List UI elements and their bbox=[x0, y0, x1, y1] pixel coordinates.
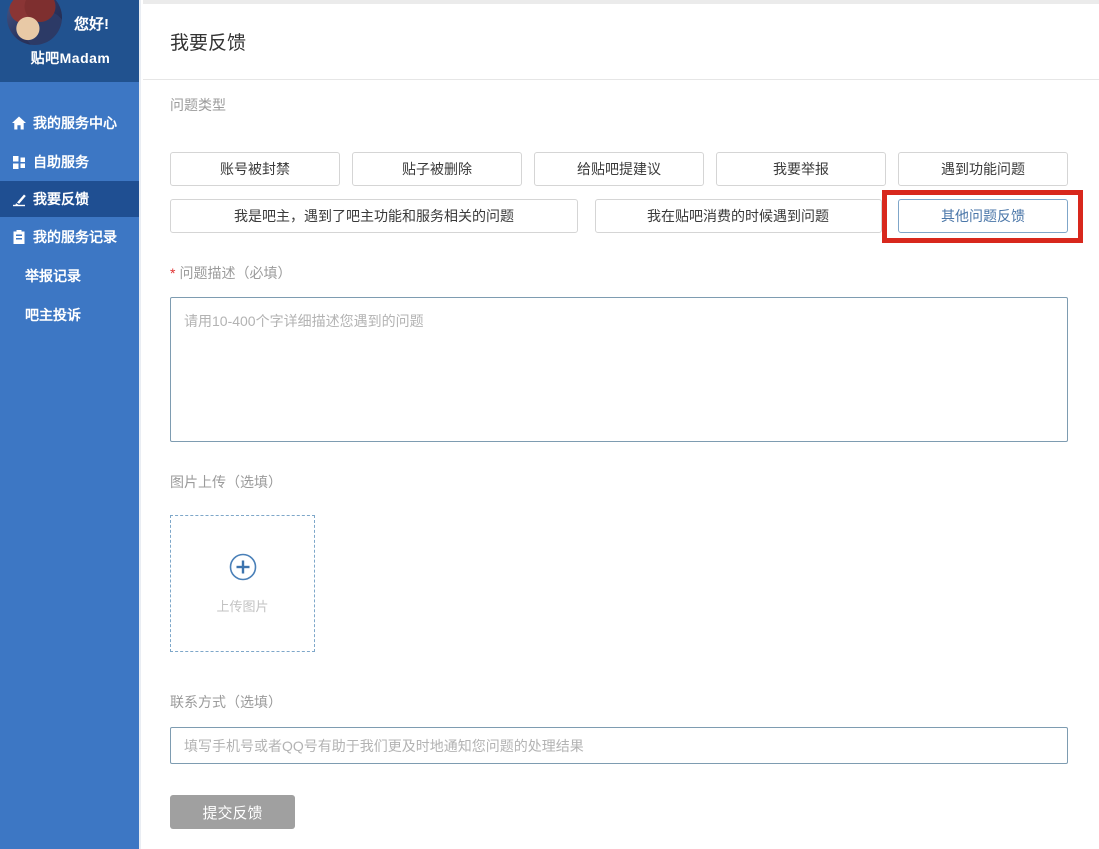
sidebar: 您好! 贴吧Madam 我的服务中心 自助服务 bbox=[0, 0, 141, 849]
problem-type-option-moderator-issue[interactable]: 我是吧主，遇到了吧主功能和服务相关的问题 bbox=[170, 199, 578, 233]
problem-type-option-account-banned[interactable]: 账号被封禁 bbox=[170, 152, 340, 186]
problem-type-option-suggestion[interactable]: 给贴吧提建议 bbox=[534, 152, 704, 186]
problem-type-row-1: 账号被封禁 贴子被删除 给贴吧提建议 我要举报 遇到功能问题 bbox=[170, 152, 1068, 186]
problem-type-option-other-selected[interactable]: 其他问题反馈 bbox=[898, 199, 1068, 233]
page-title: 我要反馈 bbox=[143, 4, 1099, 55]
main-content: 我要反馈 问题类型 账号被封禁 贴子被删除 给贴吧提建议 我要举报 遇到功能问题… bbox=[143, 0, 1099, 849]
problem-type-option-post-deleted[interactable]: 贴子被删除 bbox=[352, 152, 522, 186]
sidebar-nav: 我的服务中心 自助服务 bbox=[0, 82, 139, 334]
sidebar-item-label: 我的服务中心 bbox=[33, 113, 117, 133]
required-asterisk: * bbox=[170, 265, 175, 281]
submit-feedback-button[interactable]: 提交反馈 bbox=[170, 795, 295, 829]
description-label: 问题描述（必填） bbox=[179, 265, 291, 281]
contact-input[interactable] bbox=[170, 727, 1068, 764]
feedback-page: 您好! 贴吧Madam 我的服务中心 自助服务 bbox=[0, 0, 1099, 849]
sidebar-item-service-center[interactable]: 我的服务中心 bbox=[0, 103, 139, 142]
username-text: 贴吧Madam bbox=[0, 48, 141, 68]
sidebar-item-label: 自助服务 bbox=[33, 152, 89, 172]
upload-button-text: 上传图片 bbox=[216, 596, 268, 615]
feedback-form: 问题类型 账号被封禁 贴子被删除 给贴吧提建议 我要举报 遇到功能问题 我是吧主… bbox=[143, 95, 1099, 829]
sidebar-item-service-records[interactable]: 我的服务记录 bbox=[0, 217, 139, 256]
pencil-icon bbox=[11, 191, 27, 207]
clipboard-icon bbox=[11, 229, 27, 245]
contact-label: 联系方式（选填） bbox=[170, 692, 1099, 712]
home-icon bbox=[11, 115, 27, 131]
grid-icon bbox=[11, 154, 27, 170]
sidebar-item-moderator-complaint[interactable]: 吧主投诉 bbox=[0, 295, 139, 334]
sidebar-item-label: 举报记录 bbox=[25, 266, 81, 286]
problem-type-label: 问题类型 bbox=[170, 95, 1099, 115]
sidebar-item-feedback[interactable]: 我要反馈 bbox=[0, 181, 139, 217]
upload-label: 图片上传（选填） bbox=[170, 472, 1099, 492]
sidebar-item-label: 吧主投诉 bbox=[25, 305, 81, 325]
problem-type-option-report[interactable]: 我要举报 bbox=[716, 152, 886, 186]
plus-circle-icon bbox=[228, 552, 258, 587]
description-label-row: *问题描述（必填） bbox=[170, 263, 1099, 283]
problem-type-option-function-issue[interactable]: 遇到功能问题 bbox=[898, 152, 1068, 186]
selected-option-wrapper: 其他问题反馈 bbox=[898, 199, 1068, 233]
sidebar-item-label: 我要反馈 bbox=[33, 189, 89, 209]
sidebar-item-report-records[interactable]: 举报记录 bbox=[0, 256, 139, 295]
page-header: 我要反馈 bbox=[143, 4, 1099, 80]
description-textarea[interactable] bbox=[170, 297, 1068, 442]
sidebar-item-self-service[interactable]: 自助服务 bbox=[0, 142, 139, 181]
upload-image-button[interactable]: 上传图片 bbox=[170, 515, 315, 652]
problem-type-option-purchase-issue[interactable]: 我在贴吧消费的时候遇到问题 bbox=[595, 199, 882, 233]
greeting-text: 您好! bbox=[74, 13, 109, 34]
sidebar-profile-header: 您好! 贴吧Madam bbox=[0, 0, 139, 82]
problem-type-row-2: 我是吧主，遇到了吧主功能和服务相关的问题 我在贴吧消费的时候遇到问题 其他问题反… bbox=[170, 199, 1068, 233]
sidebar-item-label: 我的服务记录 bbox=[33, 227, 117, 247]
avatar[interactable] bbox=[7, 0, 62, 45]
